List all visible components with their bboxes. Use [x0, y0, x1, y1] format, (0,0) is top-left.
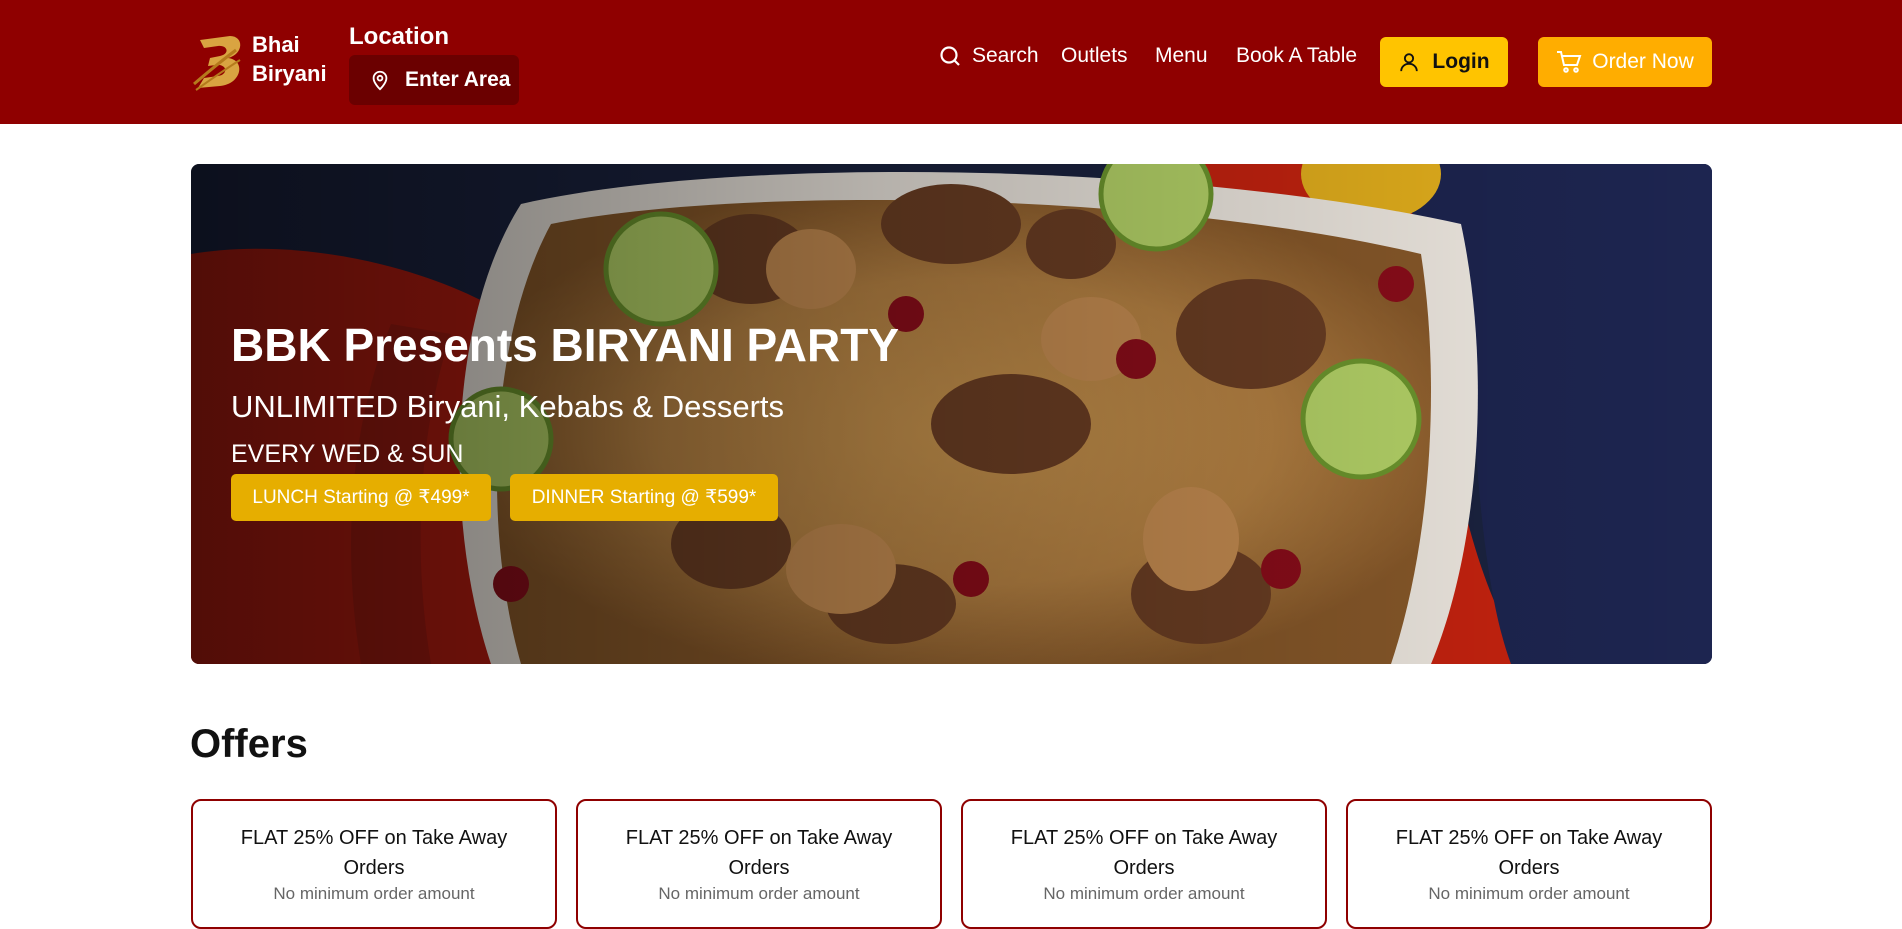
- location-selector: Location Enter Area: [349, 22, 519, 105]
- brand-logo[interactable]: Bhai Biryani: [190, 28, 327, 94]
- brand-name: Bhai Biryani: [252, 30, 327, 88]
- nav-outlets-label: Outlets: [1061, 44, 1128, 67]
- brand-name-line1: Bhai: [252, 32, 300, 57]
- order-now-label: Order Now: [1592, 50, 1694, 73]
- nav-book-table[interactable]: Book A Table: [1236, 44, 1357, 68]
- offer-title: FLAT 25% OFF on Take Away Orders: [240, 827, 508, 879]
- nav-search[interactable]: Search: [938, 44, 1039, 68]
- nav-outlets[interactable]: Outlets: [1061, 44, 1128, 68]
- offer-title: FLAT 25% OFF on Take Away Orders: [625, 827, 893, 879]
- enter-area-button[interactable]: Enter Area: [349, 55, 519, 105]
- offer-title: FLAT 25% OFF on Take Away Orders: [1395, 827, 1663, 879]
- offer-card[interactable]: FLAT 25% OFF on Take Away Orders No mini…: [1346, 799, 1712, 929]
- brand-logo-mark-icon: [193, 36, 241, 91]
- site-header: Bhai Biryani Location Enter Area Search …: [0, 0, 1902, 124]
- hero-days: EVERY WED & SUN: [231, 440, 464, 468]
- nav-menu[interactable]: Menu: [1155, 44, 1208, 68]
- search-icon: [940, 46, 960, 66]
- offer-subtitle: No minimum order amount: [1043, 884, 1245, 903]
- brand-name-line2: Biryani: [252, 61, 327, 86]
- nav-book-table-label: Book A Table: [1236, 44, 1358, 67]
- hero-banner[interactable]: BBK Presents BIRYANI PARTY UNLIMITED Bir…: [191, 164, 1712, 664]
- login-button[interactable]: Login: [1380, 37, 1508, 87]
- offers-heading: Offers: [190, 722, 308, 766]
- location-title: Location: [349, 23, 449, 50]
- lunch-price-button[interactable]: LUNCH Starting @ ₹499*: [231, 474, 491, 521]
- login-label: Login: [1432, 50, 1490, 73]
- offer-subtitle: No minimum order amount: [1428, 884, 1630, 903]
- user-icon: [1400, 53, 1419, 72]
- order-now-button[interactable]: Order Now: [1538, 37, 1712, 87]
- offer-card[interactable]: FLAT 25% OFF on Take Away Orders No mini…: [961, 799, 1327, 929]
- nav-menu-label: Menu: [1155, 44, 1208, 67]
- dinner-price-button[interactable]: DINNER Starting @ ₹599*: [510, 474, 778, 521]
- hero-subtitle: UNLIMITED Biryani, Kebabs & Desserts: [231, 389, 785, 424]
- offer-subtitle: No minimum order amount: [273, 884, 475, 903]
- offer-title: FLAT 25% OFF on Take Away Orders: [1010, 827, 1278, 879]
- nav-search-label: Search: [972, 44, 1039, 67]
- offer-card[interactable]: FLAT 25% OFF on Take Away Orders No mini…: [576, 799, 942, 929]
- offer-subtitle: No minimum order amount: [658, 884, 860, 903]
- hero-title: BBK Presents BIRYANI PARTY: [231, 319, 900, 371]
- cart-icon: [1557, 51, 1582, 73]
- enter-area-label: Enter Area: [405, 68, 511, 91]
- offer-card[interactable]: FLAT 25% OFF on Take Away Orders No mini…: [191, 799, 557, 929]
- location-pin-icon: [372, 70, 388, 91]
